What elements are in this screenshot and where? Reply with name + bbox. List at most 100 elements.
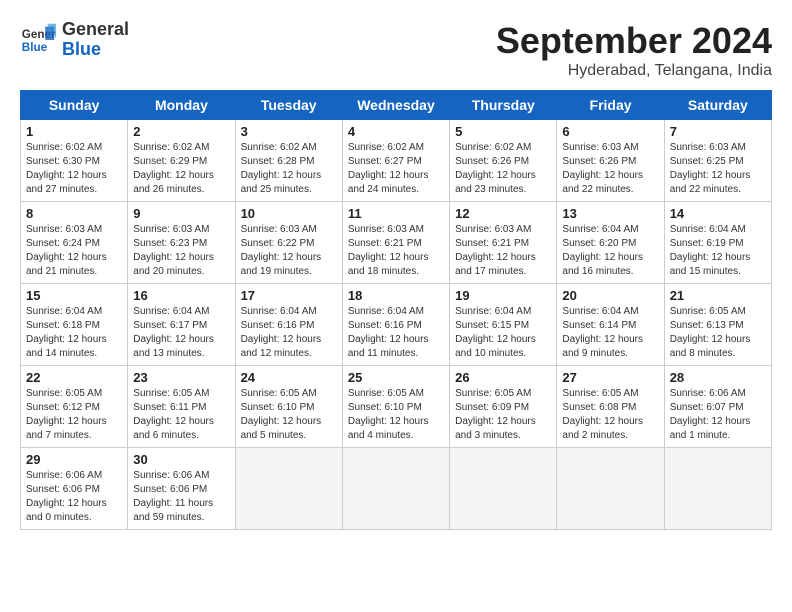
title-section: September 2024 Hyderabad, Telangana, Ind… <box>496 20 772 80</box>
table-row: 1 Sunrise: 6:02 AM Sunset: 6:30 PM Dayli… <box>21 120 128 202</box>
calendar-table: Sunday Monday Tuesday Wednesday Thursday… <box>20 90 772 530</box>
cell-text: Sunrise: 6:02 AM Sunset: 6:29 PM Dayligh… <box>133 141 229 197</box>
table-row: 28 Sunrise: 6:06 AM Sunset: 6:07 PM Dayl… <box>664 366 771 448</box>
table-row <box>450 448 557 530</box>
day-number: 26 <box>455 370 551 385</box>
header-wednesday: Wednesday <box>342 91 449 120</box>
cell-text: Sunrise: 6:05 AM Sunset: 6:10 PM Dayligh… <box>241 387 337 443</box>
day-number: 10 <box>241 206 337 221</box>
day-number: 8 <box>26 206 122 221</box>
cell-text: Sunrise: 6:05 AM Sunset: 6:12 PM Dayligh… <box>26 387 122 443</box>
table-row: 30 Sunrise: 6:06 AM Sunset: 6:06 PM Dayl… <box>128 448 235 530</box>
day-number: 28 <box>670 370 766 385</box>
cell-text: Sunrise: 6:04 AM Sunset: 6:19 PM Dayligh… <box>670 223 766 279</box>
table-row: 12 Sunrise: 6:03 AM Sunset: 6:21 PM Dayl… <box>450 202 557 284</box>
day-number: 3 <box>241 124 337 139</box>
table-row: 20 Sunrise: 6:04 AM Sunset: 6:14 PM Dayl… <box>557 284 664 366</box>
day-number: 1 <box>26 124 122 139</box>
calendar-row: 8 Sunrise: 6:03 AM Sunset: 6:24 PM Dayli… <box>21 202 772 284</box>
day-number: 14 <box>670 206 766 221</box>
day-number: 11 <box>348 206 444 221</box>
day-number: 19 <box>455 288 551 303</box>
table-row: 14 Sunrise: 6:04 AM Sunset: 6:19 PM Dayl… <box>664 202 771 284</box>
table-row: 24 Sunrise: 6:05 AM Sunset: 6:10 PM Dayl… <box>235 366 342 448</box>
table-row <box>342 448 449 530</box>
page-header: General Blue General Blue September 2024… <box>20 20 772 80</box>
table-row: 18 Sunrise: 6:04 AM Sunset: 6:16 PM Dayl… <box>342 284 449 366</box>
svg-text:Blue: Blue <box>22 41 48 54</box>
cell-text: Sunrise: 6:03 AM Sunset: 6:23 PM Dayligh… <box>133 223 229 279</box>
table-row: 5 Sunrise: 6:02 AM Sunset: 6:26 PM Dayli… <box>450 120 557 202</box>
calendar-row: 15 Sunrise: 6:04 AM Sunset: 6:18 PM Dayl… <box>21 284 772 366</box>
logo: General Blue General Blue <box>20 20 129 60</box>
day-number: 7 <box>670 124 766 139</box>
cell-text: Sunrise: 6:06 AM Sunset: 6:06 PM Dayligh… <box>133 469 229 525</box>
header-monday: Monday <box>128 91 235 120</box>
cell-text: Sunrise: 6:03 AM Sunset: 6:24 PM Dayligh… <box>26 223 122 279</box>
day-number: 2 <box>133 124 229 139</box>
cell-text: Sunrise: 6:03 AM Sunset: 6:22 PM Dayligh… <box>241 223 337 279</box>
cell-text: Sunrise: 6:05 AM Sunset: 6:08 PM Dayligh… <box>562 387 658 443</box>
header-friday: Friday <box>557 91 664 120</box>
cell-text: Sunrise: 6:03 AM Sunset: 6:26 PM Dayligh… <box>562 141 658 197</box>
cell-text: Sunrise: 6:05 AM Sunset: 6:11 PM Dayligh… <box>133 387 229 443</box>
table-row <box>557 448 664 530</box>
cell-text: Sunrise: 6:05 AM Sunset: 6:09 PM Dayligh… <box>455 387 551 443</box>
month-title: September 2024 <box>496 20 772 62</box>
cell-text: Sunrise: 6:03 AM Sunset: 6:25 PM Dayligh… <box>670 141 766 197</box>
table-row: 22 Sunrise: 6:05 AM Sunset: 6:12 PM Dayl… <box>21 366 128 448</box>
logo-icon: General Blue <box>20 22 56 58</box>
cell-text: Sunrise: 6:06 AM Sunset: 6:06 PM Dayligh… <box>26 469 122 525</box>
day-number: 21 <box>670 288 766 303</box>
header-tuesday: Tuesday <box>235 91 342 120</box>
header-saturday: Saturday <box>664 91 771 120</box>
cell-text: Sunrise: 6:04 AM Sunset: 6:16 PM Dayligh… <box>241 305 337 361</box>
day-number: 6 <box>562 124 658 139</box>
calendar-row: 1 Sunrise: 6:02 AM Sunset: 6:30 PM Dayli… <box>21 120 772 202</box>
cell-text: Sunrise: 6:02 AM Sunset: 6:26 PM Dayligh… <box>455 141 551 197</box>
table-row: 17 Sunrise: 6:04 AM Sunset: 6:16 PM Dayl… <box>235 284 342 366</box>
table-row: 21 Sunrise: 6:05 AM Sunset: 6:13 PM Dayl… <box>664 284 771 366</box>
day-number: 5 <box>455 124 551 139</box>
table-row: 4 Sunrise: 6:02 AM Sunset: 6:27 PM Dayli… <box>342 120 449 202</box>
table-row: 27 Sunrise: 6:05 AM Sunset: 6:08 PM Dayl… <box>557 366 664 448</box>
day-number: 23 <box>133 370 229 385</box>
day-number: 30 <box>133 452 229 467</box>
table-row: 13 Sunrise: 6:04 AM Sunset: 6:20 PM Dayl… <box>557 202 664 284</box>
table-row: 9 Sunrise: 6:03 AM Sunset: 6:23 PM Dayli… <box>128 202 235 284</box>
table-row: 3 Sunrise: 6:02 AM Sunset: 6:28 PM Dayli… <box>235 120 342 202</box>
table-row: 8 Sunrise: 6:03 AM Sunset: 6:24 PM Dayli… <box>21 202 128 284</box>
logo-text: General Blue <box>62 20 129 60</box>
day-number: 15 <box>26 288 122 303</box>
cell-text: Sunrise: 6:06 AM Sunset: 6:07 PM Dayligh… <box>670 387 766 443</box>
day-number: 29 <box>26 452 122 467</box>
calendar-row: 22 Sunrise: 6:05 AM Sunset: 6:12 PM Dayl… <box>21 366 772 448</box>
table-row: 23 Sunrise: 6:05 AM Sunset: 6:11 PM Dayl… <box>128 366 235 448</box>
day-number: 20 <box>562 288 658 303</box>
cell-text: Sunrise: 6:03 AM Sunset: 6:21 PM Dayligh… <box>455 223 551 279</box>
cell-text: Sunrise: 6:04 AM Sunset: 6:15 PM Dayligh… <box>455 305 551 361</box>
day-number: 4 <box>348 124 444 139</box>
cell-text: Sunrise: 6:02 AM Sunset: 6:28 PM Dayligh… <box>241 141 337 197</box>
day-number: 12 <box>455 206 551 221</box>
cell-text: Sunrise: 6:02 AM Sunset: 6:27 PM Dayligh… <box>348 141 444 197</box>
table-row <box>235 448 342 530</box>
table-row: 19 Sunrise: 6:04 AM Sunset: 6:15 PM Dayl… <box>450 284 557 366</box>
cell-text: Sunrise: 6:05 AM Sunset: 6:13 PM Dayligh… <box>670 305 766 361</box>
cell-text: Sunrise: 6:05 AM Sunset: 6:10 PM Dayligh… <box>348 387 444 443</box>
calendar-row: 29 Sunrise: 6:06 AM Sunset: 6:06 PM Dayl… <box>21 448 772 530</box>
table-row: 26 Sunrise: 6:05 AM Sunset: 6:09 PM Dayl… <box>450 366 557 448</box>
cell-text: Sunrise: 6:04 AM Sunset: 6:18 PM Dayligh… <box>26 305 122 361</box>
cell-text: Sunrise: 6:04 AM Sunset: 6:17 PM Dayligh… <box>133 305 229 361</box>
day-number: 18 <box>348 288 444 303</box>
table-row: 6 Sunrise: 6:03 AM Sunset: 6:26 PM Dayli… <box>557 120 664 202</box>
table-row: 25 Sunrise: 6:05 AM Sunset: 6:10 PM Dayl… <box>342 366 449 448</box>
day-number: 24 <box>241 370 337 385</box>
table-row: 2 Sunrise: 6:02 AM Sunset: 6:29 PM Dayli… <box>128 120 235 202</box>
cell-text: Sunrise: 6:03 AM Sunset: 6:21 PM Dayligh… <box>348 223 444 279</box>
table-row: 16 Sunrise: 6:04 AM Sunset: 6:17 PM Dayl… <box>128 284 235 366</box>
day-number: 13 <box>562 206 658 221</box>
cell-text: Sunrise: 6:04 AM Sunset: 6:20 PM Dayligh… <box>562 223 658 279</box>
table-row: 10 Sunrise: 6:03 AM Sunset: 6:22 PM Dayl… <box>235 202 342 284</box>
table-row: 11 Sunrise: 6:03 AM Sunset: 6:21 PM Dayl… <box>342 202 449 284</box>
